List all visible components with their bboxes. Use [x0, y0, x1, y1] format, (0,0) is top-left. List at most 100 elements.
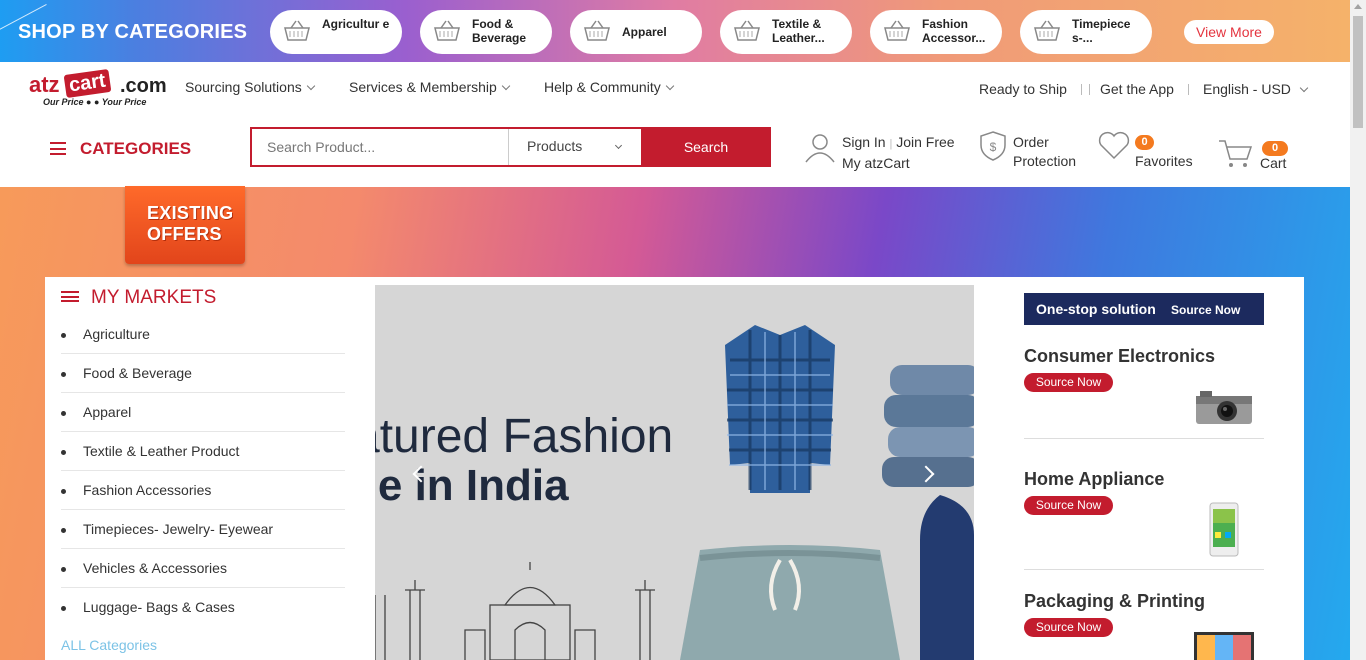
- divider: [1188, 84, 1189, 95]
- view-more-button[interactable]: View More: [1184, 20, 1274, 44]
- order-protection-link[interactable]: Order Protection: [1013, 133, 1076, 171]
- sector-title[interactable]: Home Appliance: [1024, 469, 1164, 490]
- divider: [1089, 84, 1090, 95]
- one-stop-solution-banner[interactable]: One-stop solution Source Now: [1024, 293, 1264, 325]
- chevron-down-icon: [501, 81, 511, 91]
- market-item-timepieces[interactable]: Timepieces- Jewelry- Eyewear: [61, 510, 345, 549]
- search-button[interactable]: Search: [641, 127, 771, 167]
- sector-home-appliance: Home Appliance Source Now: [1024, 469, 1264, 570]
- market-item-apparel[interactable]: Apparel: [61, 393, 345, 432]
- nav-label: Help & Community: [544, 79, 661, 95]
- cart-link[interactable]: Cart: [1260, 154, 1286, 173]
- sector-title[interactable]: Consumer Electronics: [1024, 346, 1215, 367]
- logo-text-b: cart: [63, 69, 112, 98]
- logo-text-a: atz: [29, 72, 60, 97]
- source-now-button[interactable]: Source Now: [1024, 618, 1113, 637]
- category-pill-agriculture[interactable]: Agricultur e: [270, 10, 402, 54]
- sign-in-link[interactable]: Sign In: [842, 134, 886, 150]
- join-free-link[interactable]: Join Free: [896, 134, 954, 150]
- category-pill-textile-leather[interactable]: Textile & Leather...: [720, 10, 852, 54]
- search-scope-select[interactable]: Products: [508, 129, 641, 165]
- pill-label: Agricultur e: [322, 17, 390, 31]
- basket-icon: [434, 20, 460, 41]
- language-label: English - USD: [1203, 81, 1291, 97]
- banner-headline: atured Fashion: [375, 410, 674, 463]
- heart-icon[interactable]: [1097, 130, 1131, 160]
- bullet: [61, 372, 66, 377]
- hero-banner-carousel[interactable]: atured Fashion de in India: [375, 285, 974, 660]
- market-label: Apparel: [83, 404, 132, 420]
- market-item-agriculture[interactable]: Agriculture: [61, 315, 345, 354]
- category-strip: SHOP BY CATEGORIES Agricultur e Food & B…: [0, 0, 1350, 62]
- shorts-image: [680, 545, 900, 660]
- divider: |: [889, 138, 893, 150]
- category-pill-apparel[interactable]: Apparel: [570, 10, 702, 54]
- logo-text-c: .com: [120, 75, 167, 97]
- category-pill-fashion-accessories[interactable]: Fashion Accessor...: [870, 10, 1002, 54]
- bullet: [61, 606, 66, 611]
- basket-icon: [584, 20, 610, 41]
- market-item-food-beverage[interactable]: Food & Beverage: [61, 354, 345, 393]
- bullet: [61, 528, 66, 533]
- category-pill-food-beverage[interactable]: Food & Beverage: [420, 10, 552, 54]
- pill-label: Timepiece s-...: [1072, 17, 1131, 45]
- sector-title[interactable]: Packaging & Printing: [1024, 591, 1205, 612]
- market-label: Textile & Leather Product: [83, 443, 240, 459]
- bullet: [61, 450, 66, 455]
- sector-consumer-electronics: Consumer Electronics Source Now: [1024, 346, 1264, 446]
- get-the-app-link[interactable]: Get the App: [1100, 81, 1174, 97]
- taj-mahal-illustration: [375, 562, 655, 660]
- page-scrollbar[interactable]: [1350, 0, 1366, 660]
- order-protection-line2: Protection: [1013, 153, 1077, 169]
- hamburger-icon[interactable]: [50, 142, 66, 155]
- my-atzcart-link[interactable]: My atzCart: [842, 155, 910, 171]
- pill-label: Textile & Leather...: [772, 17, 825, 45]
- categories-menu-button[interactable]: CATEGORIES: [80, 139, 191, 159]
- bullet: [61, 333, 66, 338]
- cart-icon[interactable]: [1217, 138, 1253, 170]
- my-markets-title: MY MARKETS: [91, 287, 217, 308]
- atzcart-logo[interactable]: atz cart .com Our Price ● ● Your Price: [28, 68, 167, 110]
- chevron-down-icon: [306, 81, 315, 91]
- favorites-link[interactable]: Favorites: [1135, 152, 1193, 171]
- source-now-button[interactable]: Source Now: [1024, 496, 1113, 515]
- svg-text:$: $: [990, 140, 997, 154]
- source-now-button[interactable]: Source Now: [1024, 373, 1113, 392]
- search-bar: Products Search: [250, 127, 771, 167]
- pill-label: Apparel: [622, 25, 667, 39]
- scrollbar-thumb[interactable]: [1353, 16, 1363, 128]
- basket-icon: [1034, 20, 1060, 41]
- nav-sourcing-solutions[interactable]: Sourcing Solutions: [185, 79, 315, 95]
- bullet: [61, 411, 66, 416]
- basket-icon: [734, 20, 760, 41]
- market-item-vehicles[interactable]: Vehicles & Accessories: [61, 549, 345, 588]
- offers-line1: EXISTING: [147, 203, 234, 223]
- chevron-down-icon: [665, 81, 674, 91]
- all-categories-link[interactable]: ALL Categories: [61, 637, 157, 653]
- market-item-luggage[interactable]: Luggage- Bags & Cases: [61, 588, 345, 627]
- market-label: Food & Beverage: [83, 365, 192, 381]
- search-scope-value: Products: [527, 138, 583, 154]
- chevron-down-icon: [614, 141, 623, 150]
- list-icon: [61, 291, 79, 304]
- nav-help-community[interactable]: Help & Community: [544, 79, 674, 95]
- offers-text: EXISTING OFFERS: [147, 203, 233, 245]
- category-pill-timepieces[interactable]: Timepiece s-...: [1020, 10, 1152, 54]
- market-item-textile-leather[interactable]: Textile & Leather Product: [61, 432, 345, 471]
- existing-offers-button[interactable]: EXISTING OFFERS: [125, 186, 245, 264]
- user-icon[interactable]: [804, 132, 836, 164]
- market-label: Vehicles & Accessories: [83, 560, 227, 576]
- language-currency-selector[interactable]: English - USD: [1203, 81, 1309, 97]
- ready-to-ship-link[interactable]: Ready to Ship: [979, 81, 1067, 97]
- nav-label: Services & Membership: [349, 79, 497, 95]
- order-protection-line1: Order: [1013, 134, 1049, 150]
- printing-image: [1194, 632, 1254, 660]
- one-stop-title: One-stop solution: [1036, 301, 1156, 317]
- scroll-up-arrow-icon[interactable]: [1354, 4, 1362, 9]
- nav-services-membership[interactable]: Services & Membership: [349, 79, 511, 95]
- market-item-fashion-accessories[interactable]: Fashion Accessories: [61, 471, 345, 510]
- search-input[interactable]: [252, 129, 508, 165]
- market-label: Fashion Accessories: [83, 482, 212, 498]
- account-links: Sign In | Join Free My atzCart: [842, 133, 955, 173]
- market-label: Luggage- Bags & Cases: [83, 599, 235, 615]
